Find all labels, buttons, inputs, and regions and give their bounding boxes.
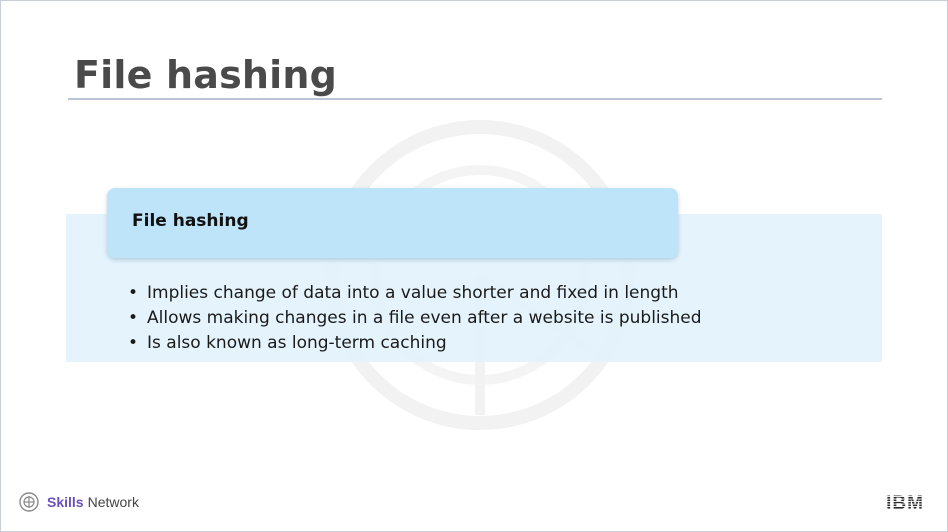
brand-name-bold: Skills [47, 494, 84, 510]
card-header: File hashing [107, 188, 678, 258]
bullet-item: Is also known as long-term caching [128, 331, 702, 356]
bullet-item: Implies change of data into a value shor… [128, 281, 702, 306]
svg-text:IBM: IBM [886, 493, 924, 512]
card-header-label: File hashing [132, 211, 249, 231]
bullet-list: Implies change of data into a value shor… [128, 281, 702, 356]
skills-network-brand: Skills Network [19, 491, 139, 513]
ibm-logo-icon: IBM [886, 493, 924, 512]
slide-title: File hashing [74, 53, 338, 97]
skills-network-logo-icon [19, 492, 39, 512]
brand-name-regular: Network [87, 494, 139, 510]
title-divider [68, 98, 882, 100]
bullet-item: Allows making changes in a file even aft… [128, 306, 702, 331]
